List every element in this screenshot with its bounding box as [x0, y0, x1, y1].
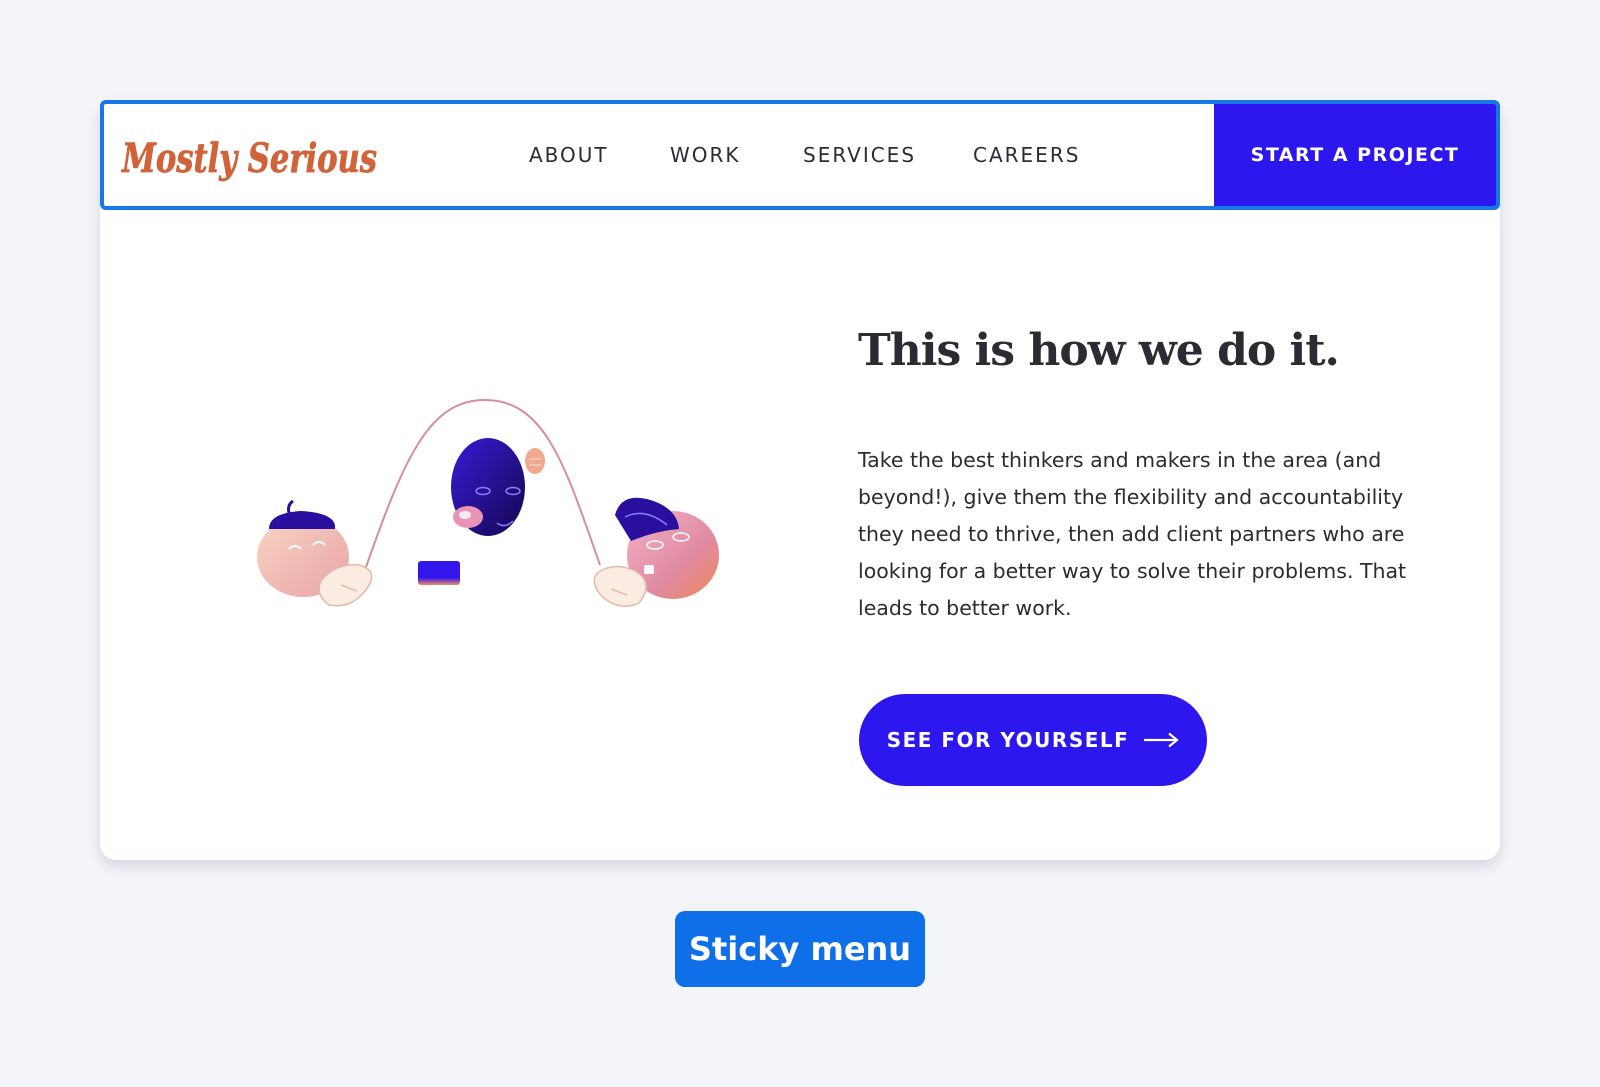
flying-character — [451, 438, 545, 536]
logo-wordmark: Mostly Serious — [120, 135, 377, 183]
see-for-yourself-label: SEE FOR YOURSELF — [886, 728, 1130, 752]
sticky-menu-caption: Sticky menu — [675, 911, 925, 987]
nav-item-about[interactable]: ABOUT — [529, 104, 609, 206]
logo-text: Mostly Serious — [120, 135, 377, 182]
nav-item-services[interactable]: SERVICES — [803, 104, 916, 206]
hero-headline: This is how we do it. — [858, 325, 1340, 376]
nav-item-work[interactable]: WORK — [670, 104, 741, 206]
start-project-button[interactable]: START A PROJECT — [1214, 104, 1496, 206]
left-character — [257, 499, 373, 607]
nav-item-careers[interactable]: CAREERS — [973, 104, 1080, 206]
right-character — [593, 497, 719, 607]
logo[interactable]: Mostly Serious — [118, 118, 388, 190]
hero-body-text: Take the best thinkers and makers in the… — [858, 448, 1407, 620]
arrow-right-icon — [1144, 732, 1180, 748]
sticky-navbar: Mostly Serious ABOUT WORK SERVICES CAREE… — [100, 100, 1500, 210]
jump-rope-illustration — [257, 398, 719, 607]
see-for-yourself-button[interactable]: SEE FOR YOURSELF — [859, 694, 1207, 786]
cup-shape — [418, 561, 460, 585]
